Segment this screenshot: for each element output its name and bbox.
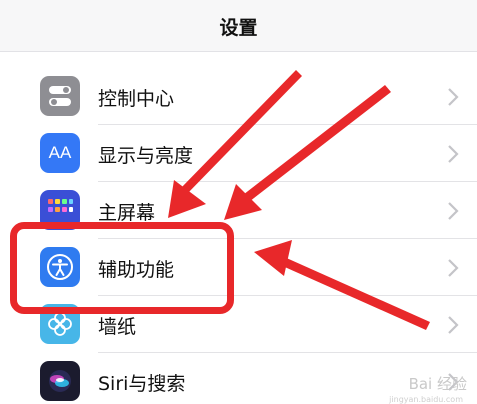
home-screen-icon: [40, 190, 80, 230]
navigation-bar: 设置: [0, 0, 477, 52]
chevron-right-icon: [448, 316, 459, 334]
watermark-url: jingyan.baidu.com: [389, 395, 463, 404]
accessibility-icon: [40, 247, 80, 287]
settings-row-wallpaper[interactable]: 墙纸: [0, 296, 477, 353]
settings-row-display-brightness[interactable]: AA 显示与亮度: [0, 125, 477, 182]
siri-icon: [40, 361, 80, 401]
settings-row-label: 控制中心: [98, 88, 175, 110]
watermark: Bai 经验: [408, 375, 467, 393]
settings-row-label: 主屏幕: [98, 202, 156, 224]
settings-row-home-screen[interactable]: 主屏幕: [0, 182, 477, 239]
chevron-right-icon: [448, 145, 459, 163]
chevron-right-icon: [448, 88, 459, 106]
settings-row-label: 显示与亮度: [98, 145, 194, 167]
settings-row-accessibility[interactable]: 辅助功能: [0, 239, 477, 296]
settings-row-label: Siri与搜索: [98, 373, 186, 395]
control-center-icon: [40, 76, 80, 116]
display-brightness-icon: AA: [40, 133, 80, 173]
chevron-right-icon: [448, 202, 459, 220]
settings-row-label: 辅助功能: [98, 259, 175, 281]
wallpaper-icon: [40, 304, 80, 344]
page-title: 设置: [219, 17, 258, 39]
settings-row-control-center[interactable]: 控制中心: [0, 68, 477, 125]
settings-row-label: 墙纸: [98, 316, 137, 338]
chevron-right-icon: [448, 259, 459, 277]
